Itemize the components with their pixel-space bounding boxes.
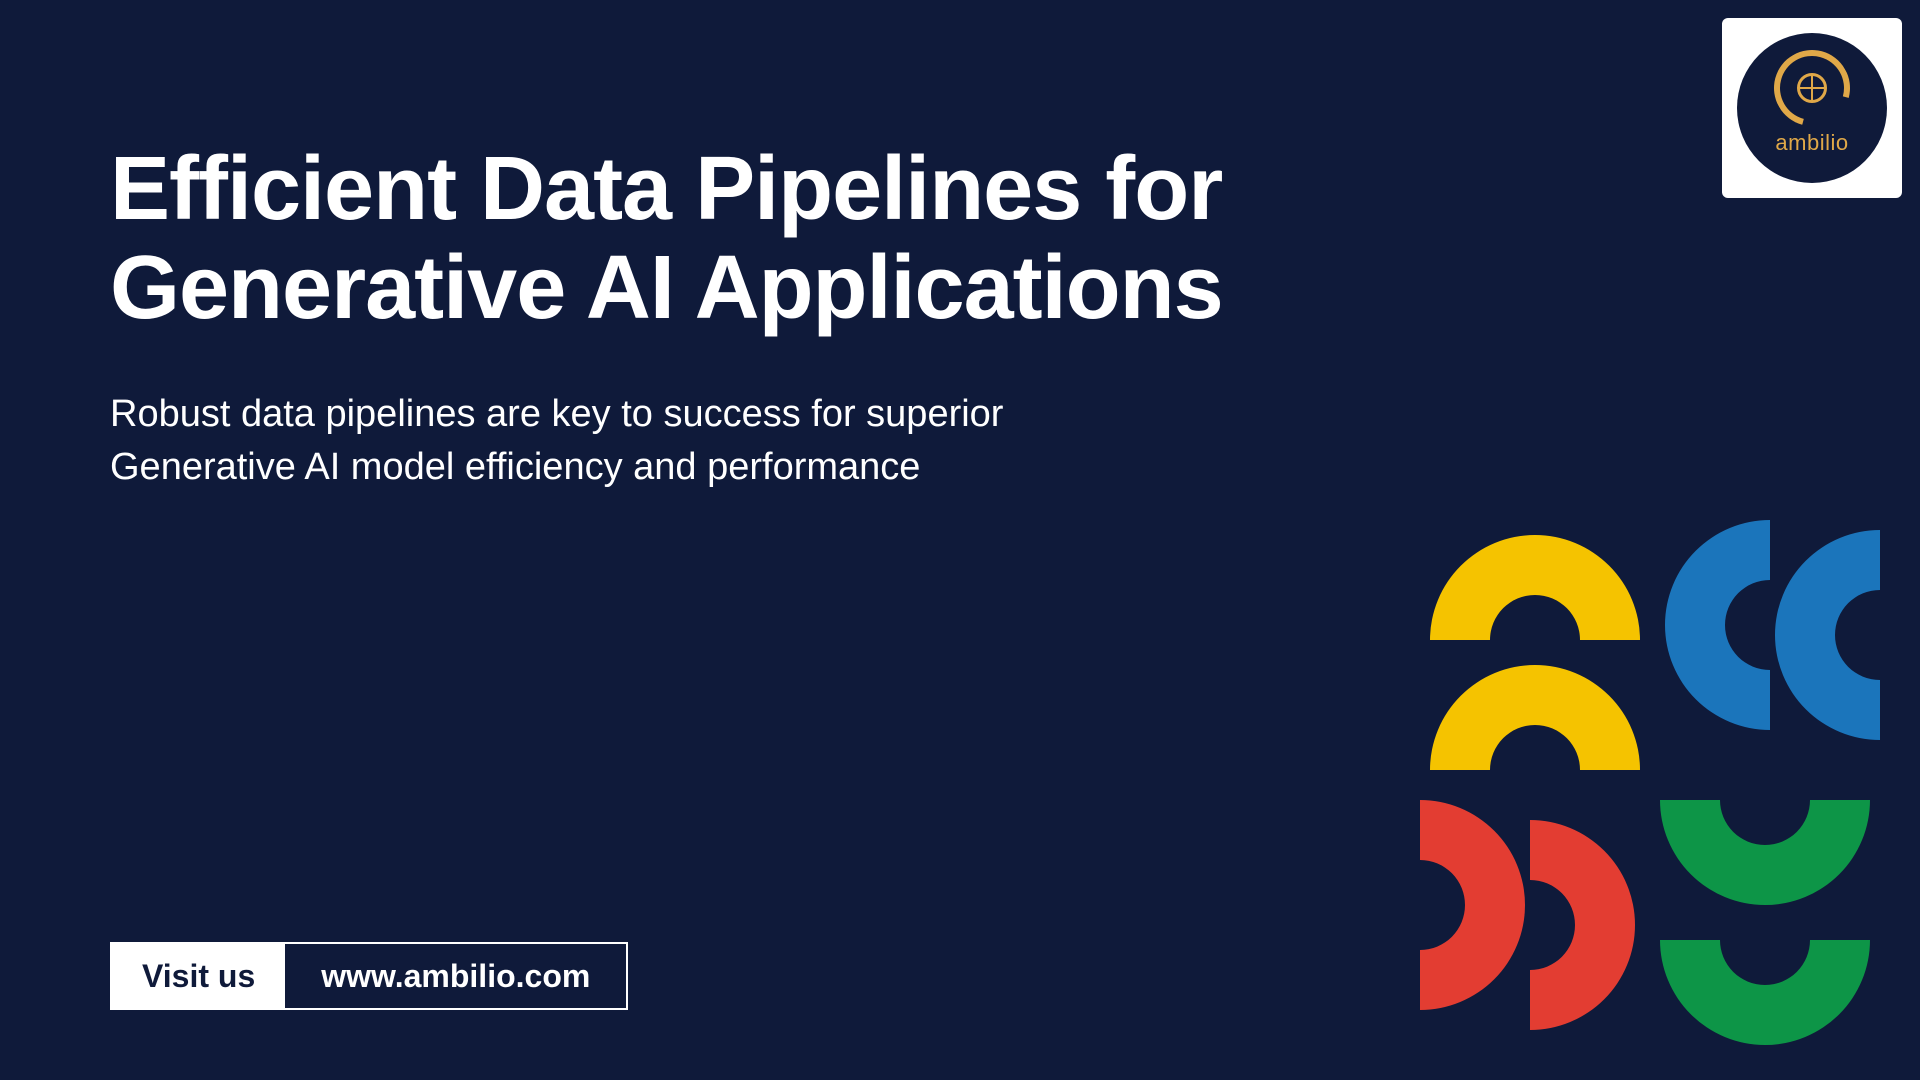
yellow-arc-bottom-icon — [1430, 650, 1640, 770]
logo-container: ambilio — [1722, 18, 1902, 198]
green-u-top-icon — [1660, 800, 1870, 920]
logo-text: ambilio — [1775, 130, 1848, 156]
cta-url[interactable]: www.ambilio.com — [285, 944, 626, 1008]
logo-globe-icon — [1797, 73, 1827, 103]
logo-circle: ambilio — [1737, 33, 1887, 183]
red-d-right-icon — [1530, 820, 1650, 1030]
page-title: Efficient Data Pipelines for Generative … — [110, 140, 1310, 338]
cta-label: Visit us — [112, 944, 285, 1008]
page-subtitle: Robust data pipelines are key to success… — [110, 388, 1160, 494]
red-d-left-icon — [1420, 800, 1540, 1010]
decorative-shapes — [1420, 520, 1880, 1080]
yellow-arc-top-icon — [1430, 520, 1640, 640]
blue-c-right-icon — [1760, 530, 1880, 740]
cta-container: Visit us www.ambilio.com — [110, 942, 628, 1010]
green-u-bottom-icon — [1660, 940, 1870, 1060]
blue-c-top-icon — [1650, 520, 1770, 730]
